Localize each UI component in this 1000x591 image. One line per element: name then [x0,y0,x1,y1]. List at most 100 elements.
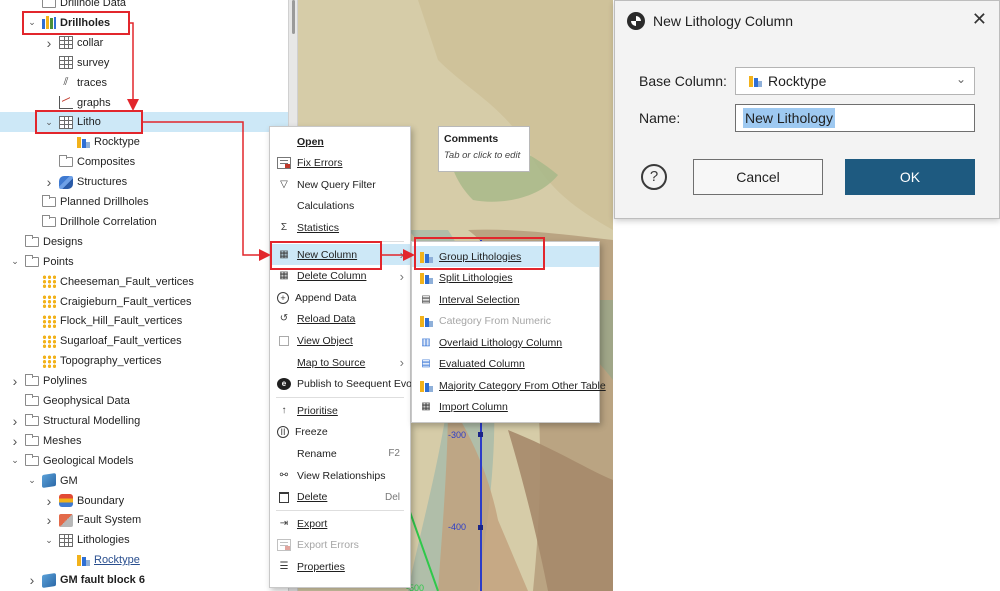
menu-item-interval-selection[interactable]: ▤ Interval Selection [412,289,599,310]
tree-item-boundary[interactable]: › Boundary [0,491,288,511]
menu-item-map-to-source[interactable]: Map to Source › [270,352,410,373]
chevron-down-icon[interactable]: ⌄ [44,535,54,546]
tree-item-traces[interactable]: ⫽ traces [0,73,288,93]
base-column-select[interactable]: Rocktype ⌄ [735,67,975,95]
chevron-right-icon[interactable]: › [44,35,54,51]
tree-item-rocktype[interactable]: Rocktype [0,132,288,152]
menu-separator [276,397,404,399]
tree-item-rocktype[interactable]: Rocktype [0,550,288,570]
cancel-button[interactable]: Cancel [693,159,823,195]
menu-item-overlaid-lithology-column[interactable]: ▥ Overlaid Lithology Column [412,332,599,353]
tree-item-gm-fault-block-6[interactable]: › GM fault block 6 [0,570,288,590]
chevron-right-icon[interactable]: › [10,373,20,389]
tree-item-cheeseman-fault-vertices[interactable]: Cheeseman_Fault_vertices [0,272,288,292]
menu-item-open[interactable]: Open [270,131,410,152]
base-column-value: Rocktype [768,73,827,89]
menu-item-calculations[interactable]: Calculations [270,196,410,217]
chevron-right-icon[interactable]: › [44,512,54,528]
properties-icon: ☰ [279,560,289,572]
menu-item-reload-data[interactable]: ↺ Reload Data [270,309,410,330]
tree-item-label: Sugarloaf_Fault_vertices [60,335,182,348]
folder-icon [25,234,39,247]
menu-item-new-query-filter[interactable]: ▽ New Query Filter [270,174,410,195]
tree-item-label: Points [43,255,74,268]
menu-item-view-object[interactable]: View Object [270,330,410,351]
menu-item-prioritise[interactable]: ↑ Prioritise [270,400,410,421]
menu-item-statistics[interactable]: Σ Statistics [270,217,410,238]
folder-icon [59,155,73,168]
chevron-down-icon[interactable]: ⌄ [10,455,20,466]
chevron-down-icon[interactable]: ⌄ [27,475,37,486]
shortcut-label: F2 [388,448,400,460]
chevron-right-icon[interactable]: › [44,493,54,509]
tree-item-topography-vertices[interactable]: Topography_vertices [0,351,288,371]
menu-item-label: Calculations [297,200,355,213]
menu-item-label: View Object [297,334,353,347]
tree-item-structures[interactable]: › Structures [0,172,288,192]
tree-item-geological-models[interactable]: ⌄ Geological Models [0,451,288,471]
menu-item-label: Import Column [439,401,508,413]
graphs-icon [59,96,73,109]
tree-item-drillhole-correlation[interactable]: Drillhole Correlation [0,212,288,232]
import-column-icon: ▦ [421,401,431,412]
help-icon[interactable]: ? [641,164,667,190]
ok-button-label: OK [899,169,921,185]
menu-item-evaluated-column[interactable]: ▤ Evaluated Column [412,354,599,375]
chevron-right-icon[interactable]: › [44,174,54,190]
tree-item-lithologies[interactable]: ⌄ Lithologies [0,530,288,550]
tree-item-polylines[interactable]: › Polylines [0,371,288,391]
tree-item-label: Geological Models [43,454,134,467]
points-icon [42,334,56,348]
freeze-icon: II [277,426,289,439]
close-icon[interactable]: ✕ [972,9,987,30]
tree-item-gm[interactable]: ⌄ GM [0,471,288,491]
name-label: Name: [639,110,681,126]
menu-item-label: New Query Filter [297,178,376,191]
tree-item-meshes[interactable]: › Meshes [0,431,288,451]
menu-item-properties[interactable]: ☰ Properties [270,556,410,577]
tree-item-planned-drillholes[interactable]: Planned Drillholes [0,192,288,212]
menu-item-view-relationships[interactable]: ⚯ View Relationships [270,465,410,486]
folder-icon [25,394,39,406]
relationships-icon: ⚯ [279,469,289,481]
ok-button[interactable]: OK [845,159,975,195]
menu-separator [276,510,404,512]
tree-item-flock-hill-fault-vertices[interactable]: Flock_Hill_Fault_vertices [0,311,288,331]
blank-icon [277,136,291,148]
menu-item-append-data[interactable]: + Append Data [270,287,410,308]
menu-item-label: Export Errors [297,539,359,552]
tree-item-craigieburn-fault-vertices[interactable]: Craigieburn_Fault_vertices [0,292,288,312]
chevron-right-icon[interactable]: › [27,572,37,588]
name-field[interactable] [735,104,975,132]
chevron-down-icon[interactable]: ⌄ [10,256,20,267]
tree-item-sugarloaf-fault-vertices[interactable]: Sugarloaf_Fault_vertices [0,331,288,351]
menu-item-split-lithologies[interactable]: Split Lithologies [412,268,599,289]
tree-item-label: Fault System [77,514,142,527]
delete-icon [279,491,289,503]
tree-item-fault-system[interactable]: › Fault System [0,510,288,530]
menu-item-publish-to-seequent-evo[interactable]: e Publish to Seequent Evo [270,374,412,395]
tree-item-structural-modelling[interactable]: › Structural Modelling [0,411,288,431]
menu-item-label: Delete [297,491,328,504]
menu-item-export[interactable]: ⇥ Export [270,513,410,534]
lithology-icon [419,379,433,392]
blank-icon [277,448,291,460]
chevron-right-icon[interactable]: › [10,433,20,449]
chevron-right-icon: › [399,268,404,284]
tree-item-collar[interactable]: › collar [0,33,288,53]
tree-item-points[interactable]: ⌄ Points [0,252,288,272]
menu-item-import-column[interactable]: ▦ Import Column [412,397,599,418]
tree-item-geophysical-data[interactable]: Geophysical Data [0,391,288,411]
tree-item-label: Lithologies [77,534,130,547]
menu-item-freeze[interactable]: II Freeze [270,422,410,443]
menu-item-majority-category-from-other-table[interactable]: Majority Category From Other Table [412,375,606,396]
base-column-label: Base Column: [639,73,727,89]
menu-item-delete[interactable]: Delete Del [270,487,410,508]
tree-item-composites[interactable]: Composites [0,152,288,172]
folder-icon [42,195,56,207]
chevron-right-icon[interactable]: › [10,413,20,429]
menu-item-rename[interactable]: Rename F2 [270,443,410,464]
menu-item-fix-errors[interactable]: Fix Errors [270,153,410,174]
tree-item-survey[interactable]: survey [0,53,288,73]
tree-item-designs[interactable]: Designs [0,232,288,252]
